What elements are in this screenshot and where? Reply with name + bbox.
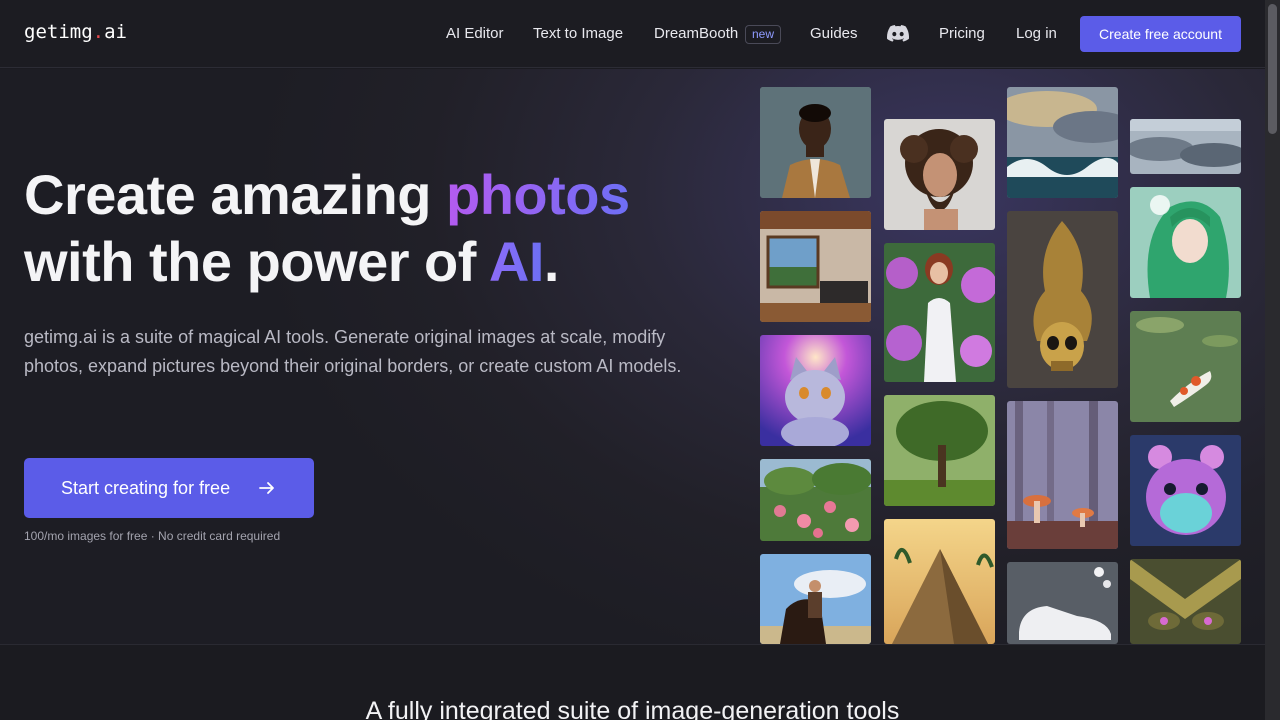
top-navbar: getimg.ai AI Editor Text to Image DreamB… <box>0 0 1265 68</box>
gallery-tile-sneaker <box>1007 562 1118 644</box>
nav-pricing[interactable]: Pricing <box>939 25 985 42</box>
vertical-scrollbar[interactable] <box>1265 0 1280 720</box>
sneaker-icon <box>1007 562 1118 644</box>
hero-section: Create amazing photos with the power of … <box>0 69 1265 644</box>
gallery-tile-mushroom-forest <box>1007 401 1118 549</box>
gallery-tile-bedroom <box>760 211 871 322</box>
gallery-tile-cat <box>760 335 871 446</box>
page: getimg.ai AI Editor Text to Image DreamB… <box>0 0 1265 720</box>
gallery-tile-flower-woman <box>884 243 995 382</box>
nav-dreambooth[interactable]: DreamBooth <box>654 25 738 42</box>
koi-pond-icon <box>1130 311 1241 422</box>
gallery-tile-horse-rider <box>760 554 871 644</box>
curly-man-icon <box>884 119 995 230</box>
start-creating-label: Start creating for free <box>61 478 231 498</box>
scrollbar-thumb[interactable] <box>1268 4 1277 134</box>
mask-icon <box>1130 559 1241 644</box>
discord-icon[interactable] <box>887 24 909 44</box>
new-badge: new <box>745 25 782 44</box>
pyramid-icon <box>884 519 995 644</box>
section-title: A fully integrated suite of image-genera… <box>365 697 900 720</box>
ocean-waves-icon <box>1007 87 1118 198</box>
gallery-tile-tree <box>884 395 995 506</box>
gallery-tile-mask <box>1130 559 1241 644</box>
free-note: 100/mo images for free · No credit card … <box>24 529 281 543</box>
gallery-tile-koi-pond <box>1130 311 1241 422</box>
clouds-icon <box>1130 119 1241 174</box>
gallery-tile-portrait-man <box>760 87 871 198</box>
gallery-tile-anime-girl <box>1130 187 1241 298</box>
gallery-tile-curly-man <box>884 119 995 230</box>
features-section: A fully integrated suite of image-genera… <box>0 644 1265 720</box>
tree-icon <box>884 395 995 506</box>
cat-icon <box>760 335 871 446</box>
gallery-tile-ocean-waves <box>1007 87 1118 198</box>
headline-highlight-ai: AI <box>488 230 545 293</box>
logo[interactable]: getimg.ai <box>24 21 127 43</box>
roses-icon <box>760 459 871 541</box>
gallery-tile-roses <box>760 459 871 541</box>
hero-headline: Create amazing photos with the power of … <box>24 163 630 293</box>
nav-text-to-image[interactable]: Text to Image <box>533 25 623 42</box>
portrait-man-icon <box>760 87 871 198</box>
hamster-icon <box>1130 435 1241 546</box>
nav-login[interactable]: Log in <box>1016 25 1057 42</box>
create-free-account-button[interactable]: Create free account <box>1080 16 1241 52</box>
arrow-right-icon <box>259 482 274 494</box>
bedroom-icon <box>760 211 871 322</box>
golden-skull-icon <box>1007 211 1118 388</box>
horse-rider-icon <box>760 554 871 644</box>
gallery-tile-pyramid <box>884 519 995 644</box>
gallery-tile-clouds <box>1130 119 1241 174</box>
headline-highlight-photos: photos <box>446 163 630 226</box>
nav-guides[interactable]: Guides <box>810 25 858 42</box>
gallery-tile-golden-skull <box>1007 211 1118 388</box>
mushroom-forest-icon <box>1007 401 1118 549</box>
gallery-tile-hamster <box>1130 435 1241 546</box>
start-creating-button[interactable]: Start creating for free <box>24 458 314 518</box>
anime-girl-icon <box>1130 187 1241 298</box>
nav-ai-editor[interactable]: AI Editor <box>446 25 504 42</box>
hero-description: getimg.ai is a suite of magical AI tools… <box>24 327 682 376</box>
flower-woman-icon <box>884 243 995 382</box>
